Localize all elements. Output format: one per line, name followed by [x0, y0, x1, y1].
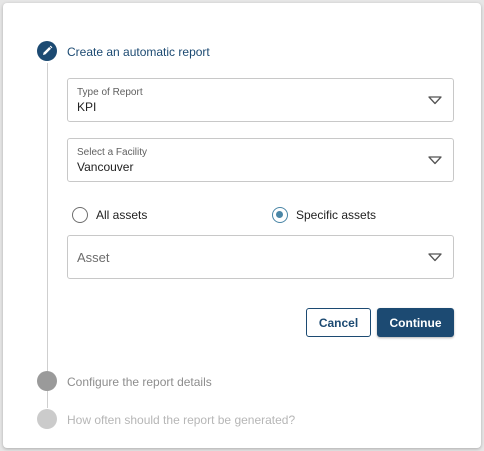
stepper-connector: [47, 392, 48, 408]
facility-value: Vancouver: [77, 160, 134, 174]
report-type-value: KPI: [77, 100, 97, 114]
chevron-down-icon: [428, 96, 442, 105]
report-wizard-card: Create an automatic report Type of Repor…: [3, 3, 481, 448]
all-assets-label: All assets: [96, 208, 148, 222]
continue-button[interactable]: Continue: [377, 308, 454, 337]
facility-select[interactable]: Select a Facility Vancouver: [67, 138, 454, 182]
step-3-title: How often should the report be generated…: [67, 413, 296, 427]
pencil-icon: [43, 45, 53, 55]
cancel-button[interactable]: Cancel: [306, 308, 371, 337]
stepper-connector: [47, 63, 48, 403]
step-2-title: Configure the report details: [67, 375, 212, 389]
facility-label: Select a Facility: [77, 147, 148, 158]
specific-assets-label: Specific assets: [296, 208, 377, 222]
step-2-indicator: [37, 371, 57, 391]
radio-dot: [276, 211, 283, 218]
report-type-label: Type of Report: [77, 87, 143, 98]
radio-circle-checked[interactable]: [272, 207, 288, 223]
step-3-indicator: [37, 409, 57, 429]
radio-circle[interactable]: [72, 207, 88, 223]
asset-placeholder: Asset: [77, 250, 110, 265]
chevron-down-icon: [428, 156, 442, 165]
chevron-down-icon: [428, 253, 442, 262]
report-type-select[interactable]: Type of Report KPI: [67, 78, 454, 122]
step-1-indicator: [37, 41, 57, 61]
step-1-title: Create an automatic report: [67, 45, 210, 59]
asset-select[interactable]: Asset: [67, 235, 454, 279]
